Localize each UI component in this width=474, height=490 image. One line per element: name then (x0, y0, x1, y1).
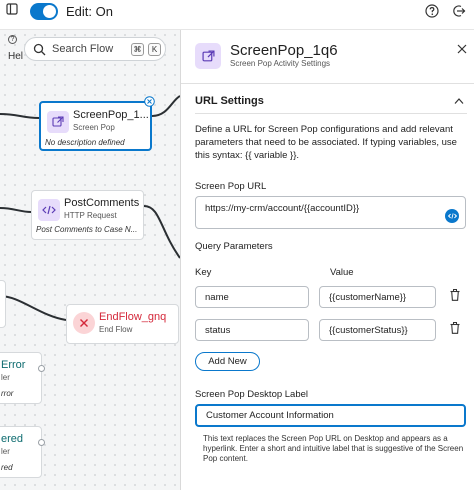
param-value-text: {{customerName}} (329, 291, 407, 303)
node-subtitle: ler (1, 447, 10, 456)
code-icon (447, 213, 457, 219)
toggle-knob (43, 5, 56, 18)
param-key-input[interactable]: status (195, 319, 309, 341)
param-key-value: name (205, 291, 229, 303)
delete-icon[interactable] (450, 322, 460, 334)
node-end-flow[interactable]: EndFlow_gnq End Flow (66, 304, 179, 344)
panel-divider (181, 83, 474, 84)
end-flow-icon (73, 312, 95, 334)
node-description: Post Comments to Case N... (36, 225, 138, 234)
node-subtitle: Screen Pop (73, 123, 115, 132)
flow-canvas[interactable]: ? Hel Search Flow ⌘ K ScreenPop_1... Scr… (0, 30, 180, 490)
section-description: Define a URL for Screen Pop configuratio… (195, 124, 457, 161)
add-new-button[interactable]: Add New (195, 352, 260, 371)
url-value: https://my-crm/account/{{accountID}} (205, 203, 360, 214)
http-request-icon (38, 199, 60, 221)
value-column-header: Value (330, 267, 354, 278)
close-icon[interactable] (457, 44, 467, 54)
sidebar-toggle-icon[interactable] (6, 3, 18, 15)
node-title: ered (1, 433, 24, 445)
node-description: rror (1, 389, 14, 398)
url-label: Screen Pop URL (195, 181, 267, 192)
desktop-label-help: This text replaces the Screen Pop URL on… (203, 434, 464, 463)
node-title: ScreenPop_1... (73, 109, 149, 121)
key-column-header: Key (195, 267, 212, 278)
param-value-input[interactable]: {{customerStatus}} (319, 319, 436, 341)
node-partial-left[interactable] (0, 280, 6, 328)
node-title: EndFlow_gnq (99, 311, 167, 323)
desktop-label-value: Customer Account Information (206, 410, 334, 421)
param-key-value: status (205, 324, 231, 336)
panel-title: ScreenPop_1q6 (230, 42, 338, 59)
param-value-text: {{customerStatus}} (329, 324, 408, 336)
help-icon[interactable] (425, 4, 439, 18)
desktop-label-title: Screen Pop Desktop Label (195, 389, 309, 400)
screen-pop-icon (47, 111, 69, 133)
insert-variable-button[interactable] (445, 209, 459, 223)
desktop-label-input[interactable]: Customer Account Information (195, 404, 466, 427)
node-description: No description defined (45, 138, 125, 147)
node-description: red (1, 463, 13, 472)
node-port[interactable] (38, 365, 45, 372)
node-error-handler[interactable]: Error ler rror (0, 352, 45, 404)
node-subtitle: HTTP Request (64, 211, 117, 220)
screen-pop-icon (195, 43, 221, 69)
node-remove-icon[interactable] (144, 96, 155, 107)
query-parameters-label: Query Parameters (195, 241, 273, 252)
settings-panel: ScreenPop_1q6 Screen Pop Activity Settin… (180, 30, 474, 490)
node-subtitle: ler (1, 373, 10, 382)
node-handler-2[interactable]: ered ler red (0, 426, 45, 478)
delete-icon[interactable] (450, 289, 460, 301)
section-title-url-settings[interactable]: URL Settings (195, 95, 264, 107)
section-divider (195, 113, 467, 114)
chevron-up-icon[interactable] (454, 97, 464, 105)
node-screen-pop[interactable]: ScreenPop_1... Screen Pop No description… (39, 96, 155, 151)
edit-toggle[interactable] (30, 3, 58, 20)
param-value-input[interactable]: {{customerName}} (319, 286, 436, 308)
node-port[interactable] (38, 439, 45, 446)
param-key-input[interactable]: name (195, 286, 309, 308)
node-title: PostComments (64, 197, 140, 209)
node-post-comments[interactable]: PostComments HTTP Request Post Comments … (31, 190, 144, 240)
edit-mode-label: Edit: On (66, 4, 113, 19)
panel-subtitle: Screen Pop Activity Settings (230, 59, 331, 68)
screen-pop-url-input[interactable]: https://my-crm/account/{{accountID}} (195, 196, 466, 229)
node-title: Error (1, 359, 26, 371)
top-bar: Edit: On (0, 0, 474, 30)
node-subtitle: End Flow (99, 325, 133, 334)
exit-icon[interactable] (452, 4, 466, 18)
